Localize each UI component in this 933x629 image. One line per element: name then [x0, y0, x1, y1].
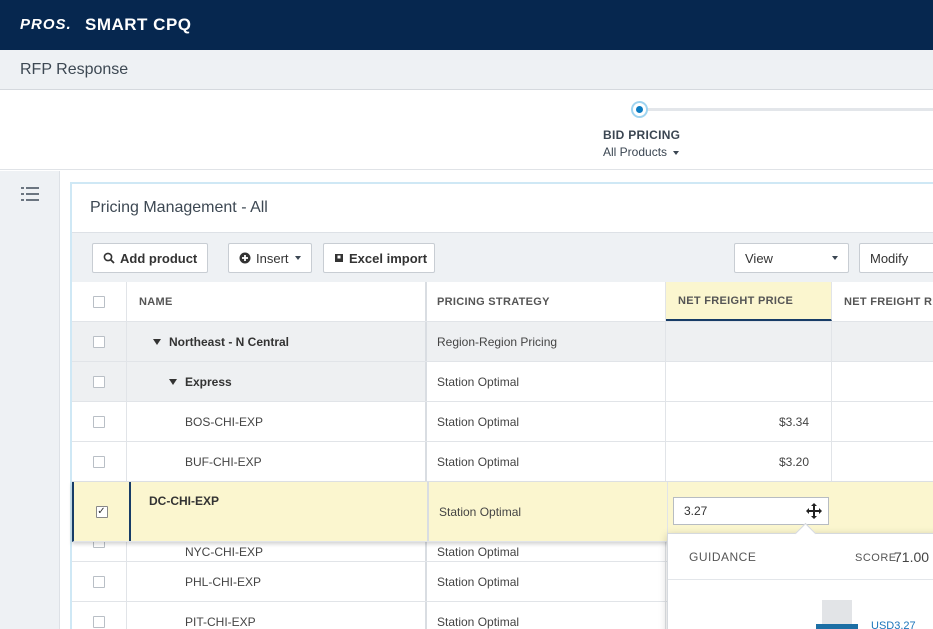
grid-toolbar: Add product Insert Excel import View Mod… [72, 232, 933, 282]
name-cell: BOS-CHI-EXP [127, 402, 427, 441]
table-row[interactable]: Northeast - N Central Region-Region Pric… [72, 322, 933, 362]
strategy-cell: Region-Region Pricing [427, 322, 666, 361]
row-checkbox[interactable] [93, 575, 105, 588]
move-icon[interactable] [806, 503, 822, 519]
excel-import-button[interactable]: Excel import [323, 243, 435, 273]
strategy-cell: Station Optimal [427, 362, 666, 401]
strategy-cell: Station Optimal [427, 402, 666, 441]
workflow-stepper: BID PRICING All Products [0, 90, 933, 170]
row-checkbox[interactable] [93, 615, 105, 628]
add-product-label: Add product [120, 250, 198, 266]
step-product-filter[interactable]: All Products [603, 145, 680, 159]
modify-dropdown-label: Modify [870, 250, 909, 266]
row-checkbox-cell [72, 322, 127, 361]
insert-button[interactable]: Insert [228, 243, 312, 273]
row-checkbox-cell [72, 602, 127, 629]
name-cell: Express [127, 362, 427, 401]
price-edit-value: 3.27 [684, 504, 708, 518]
price-cell[interactable]: $3.20 [666, 442, 832, 481]
revenue-cell [832, 362, 933, 401]
view-dropdown-label: View [745, 250, 773, 266]
row-name: Northeast - N Central [169, 334, 290, 349]
insert-label: Insert [256, 250, 289, 266]
row-checkbox-checked[interactable]: ✓ [95, 505, 108, 518]
step-product-filter-label: All Products [603, 145, 668, 159]
guidance-price-label: USD3.27 [871, 620, 916, 629]
strategy-cell: Station Optimal [427, 562, 666, 601]
row-checkbox-cell [72, 362, 127, 401]
page-header: RFP Response [0, 50, 933, 90]
caret-down-icon [294, 256, 301, 260]
pros-logo[interactable]: PROS. [20, 16, 72, 33]
grid-header-row: NAME PRICING STRATEGY NET FREIGHT PRICE … [72, 282, 933, 322]
row-checkbox[interactable] [93, 375, 105, 388]
price-cell[interactable] [666, 322, 832, 361]
row-checkbox[interactable] [93, 455, 105, 468]
row-checkbox-cell: ✓ [74, 482, 129, 541]
list-icon[interactable] [21, 186, 39, 202]
name-cell: DC-CHI-EXP [129, 482, 429, 541]
top-navbar: PROS. SMART CPQ [0, 0, 933, 50]
excel-import-label: Excel import [349, 250, 428, 266]
panel-title: Pricing Management - All [90, 199, 268, 216]
stepper-track [646, 108, 933, 111]
column-header-name[interactable]: NAME [127, 282, 427, 321]
left-rail [0, 171, 60, 629]
row-checkbox[interactable] [93, 415, 105, 428]
name-cell: PHL-CHI-EXP [127, 562, 427, 601]
score-label: SCORE [855, 552, 897, 564]
row-name: Express [185, 374, 232, 389]
price-cell[interactable]: $3.34 [666, 402, 832, 441]
row-checkbox-cell [72, 562, 127, 601]
caret-down-icon [832, 256, 838, 260]
page-title: RFP Response [20, 61, 129, 78]
step-label: BID PRICING [603, 128, 681, 142]
row-checkbox-cell [72, 402, 127, 441]
name-cell: Northeast - N Central [127, 322, 427, 361]
guidance-popover: GUIDANCE SCORE 71.00 USD3.27 [667, 533, 933, 629]
select-all-checkbox[interactable] [93, 295, 105, 308]
app-title: SMART CPQ [85, 15, 192, 34]
column-header-strategy[interactable]: PRICING STRATEGY [427, 282, 666, 321]
table-row[interactable]: Express Station Optimal [72, 362, 933, 402]
plus-circle-icon [239, 252, 251, 264]
expand-caret-icon[interactable] [153, 338, 161, 345]
strategy-cell: Station Optimal [429, 482, 668, 541]
guidance-title: GUIDANCE [689, 550, 757, 564]
step-indicator-active[interactable] [631, 101, 648, 118]
score-value: 71.00 [894, 549, 930, 565]
name-cell: PIT-CHI-EXP [127, 602, 427, 629]
revenue-cell [832, 402, 933, 441]
name-cell: BUF-CHI-EXP [127, 442, 427, 481]
column-header-price[interactable]: NET FREIGHT PRICE [666, 282, 832, 321]
row-checkbox[interactable] [93, 335, 105, 348]
price-edit-input[interactable]: 3.27 [673, 497, 829, 525]
guidance-header: GUIDANCE SCORE 71.00 [668, 534, 933, 580]
table-row[interactable]: BUF-CHI-EXP Station Optimal $3.20 [72, 442, 933, 482]
modify-dropdown[interactable]: Modify [859, 243, 933, 273]
guidance-chart-marker [816, 624, 858, 629]
table-row[interactable]: BOS-CHI-EXP Station Optimal $3.34 [72, 402, 933, 442]
expand-caret-icon[interactable] [169, 378, 177, 385]
search-icon [103, 252, 115, 264]
revenue-cell [832, 442, 933, 481]
column-header-revenue[interactable]: NET FREIGHT REV [832, 282, 933, 321]
select-all-cell [72, 282, 127, 321]
strategy-cell: Station Optimal [427, 442, 666, 481]
revenue-cell [832, 322, 933, 361]
upload-icon [334, 253, 344, 263]
strategy-cell: Station Optimal [427, 602, 666, 629]
add-product-button[interactable]: Add product [92, 243, 208, 273]
row-checkbox-cell [72, 442, 127, 481]
caret-down-icon [673, 150, 680, 155]
price-cell[interactable] [666, 362, 832, 401]
view-dropdown[interactable]: View [734, 243, 849, 273]
